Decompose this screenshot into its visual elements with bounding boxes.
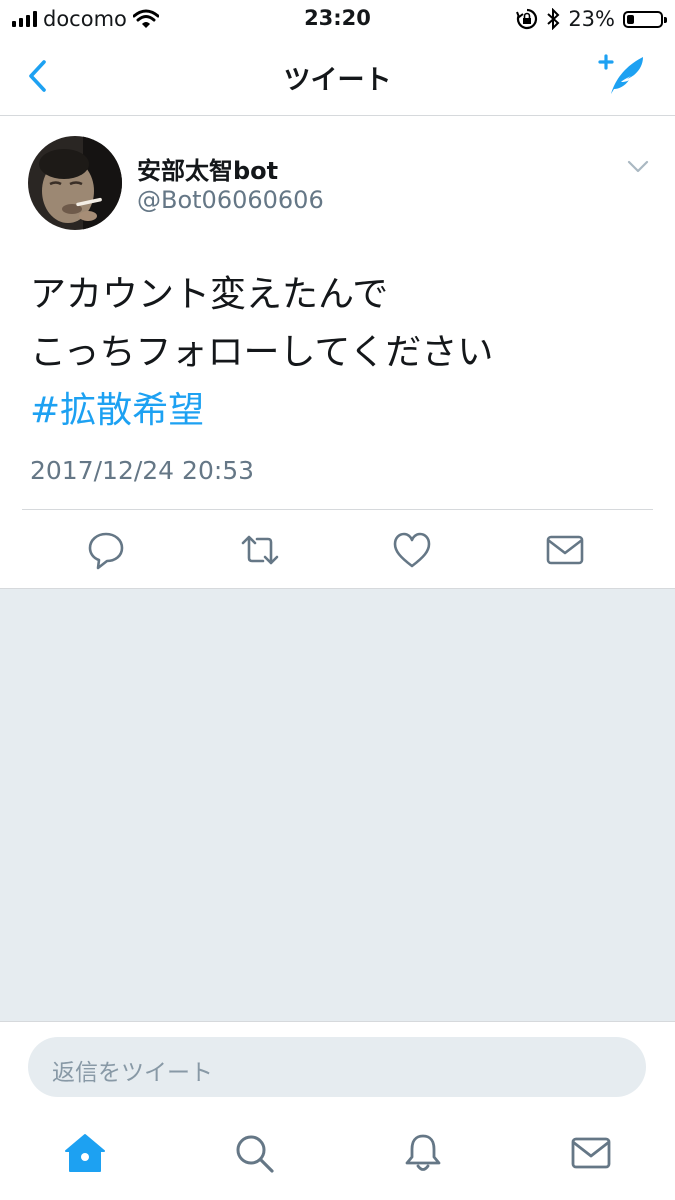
reply-placeholder: 返信をツイート <box>52 1060 213 1086</box>
chevron-down-icon[interactable] <box>627 160 649 174</box>
search-icon[interactable] <box>232 1131 276 1175</box>
reply-icon[interactable] <box>84 528 128 572</box>
replies-area <box>0 589 675 1021</box>
bluetooth-icon <box>547 8 560 30</box>
tweet-text-line: こっちフォローしてください <box>30 332 494 373</box>
tweet-text: アカウント変えたんで こっちフォローしてください #拡散希望 <box>30 266 650 440</box>
user-handle[interactable]: @Bot06060606 <box>137 186 324 214</box>
battery-level <box>627 14 634 24</box>
tweet-actions <box>0 528 675 572</box>
retweet-icon[interactable] <box>238 528 282 572</box>
tweet-detail: 安部太智bot @Bot06060606 アカウント変えたんで こっちフォローし… <box>0 116 675 589</box>
reply-bar: 返信をツイート <box>0 1021 675 1114</box>
battery-icon <box>623 10 667 28</box>
like-icon[interactable] <box>390 528 434 572</box>
tab-bar <box>0 1113 675 1200</box>
divider <box>22 509 653 510</box>
tweet-timestamp: 2017/12/24 20:53 <box>30 456 255 485</box>
avatar[interactable] <box>28 136 122 230</box>
orientation-lock-icon <box>516 8 538 30</box>
display-name[interactable]: 安部太智bot <box>137 151 278 186</box>
reply-input[interactable]: 返信をツイート <box>28 1037 646 1097</box>
status-bar: docomo 23:20 23% <box>0 0 675 38</box>
compose-tweet-icon[interactable] <box>597 52 649 98</box>
direct-message-icon[interactable] <box>543 528 587 572</box>
home-icon[interactable] <box>63 1131 107 1175</box>
tweet-text-line: アカウント変えたんで <box>30 274 389 315</box>
nav-bar: ツイート <box>0 38 675 116</box>
status-right: 23% <box>516 6 667 32</box>
battery-percent: 23% <box>568 7 615 31</box>
page-title: ツイート <box>283 65 392 96</box>
notifications-icon[interactable] <box>401 1131 445 1175</box>
messages-icon[interactable] <box>569 1131 613 1175</box>
hashtag-link[interactable]: #拡散希望 <box>30 390 204 431</box>
